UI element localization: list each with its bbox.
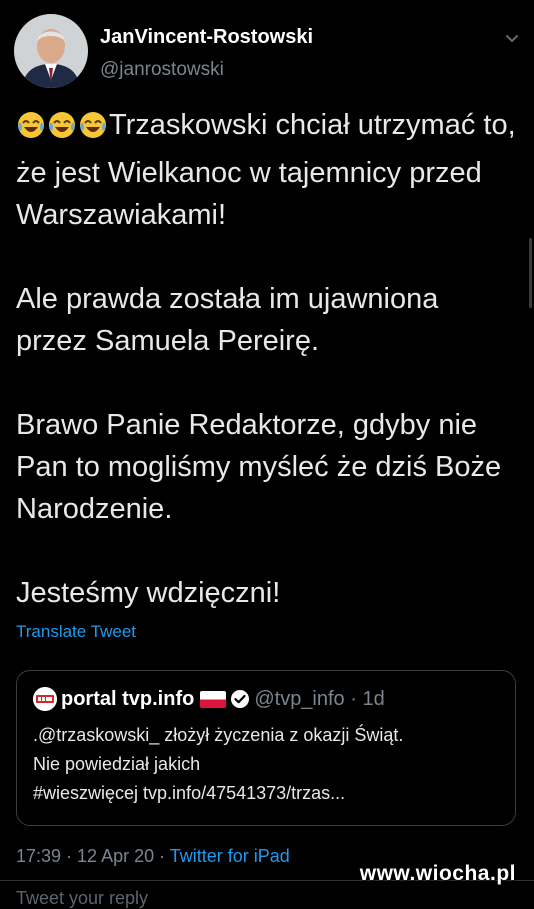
quoted-author-name[interactable]: portal tvp.info: [61, 688, 194, 710]
tweet-meta: 17:39 · 12 Apr 20 · Twitter for iPad: [16, 846, 290, 867]
quoted-text-line: Nie powiedział jakich: [33, 754, 201, 774]
translate-tweet-link[interactable]: Translate Tweet: [16, 622, 136, 642]
tweet-timestamp: 17:39 · 12 Apr 20 ·: [16, 846, 170, 866]
tweet-text: Trzaskowski chciał utrzymać to, że jest …: [16, 104, 516, 614]
quoted-text-line[interactable]: #wieszwięcej tvp.info/47541373/trzas...: [33, 779, 503, 808]
tweet-paragraph-3: Brawo Panie Redaktorze, gdyby nie Pan to…: [16, 409, 502, 525]
quoted-tweet-text: .@trzaskowski_ złożył życzenia z okazji …: [33, 721, 503, 808]
verified-badge-icon: [230, 689, 250, 709]
tweet-paragraph: Trzaskowski chciał utrzymać to, że jest …: [16, 104, 516, 236]
tweet-header: JanVincent-Rostowski @janrostowski: [14, 14, 520, 90]
quoted-tweet-header: portal tvp.info @tvp_info · 1d: [33, 687, 385, 711]
quoted-author-avatar[interactable]: [33, 687, 57, 711]
scrollbar[interactable]: [529, 238, 532, 308]
author-display-name[interactable]: JanVincent-Rostowski: [100, 26, 313, 49]
author-handle[interactable]: @janrostowski: [100, 59, 224, 81]
face-with-tears-of-joy-icon: [80, 112, 106, 138]
quoted-tweet-card[interactable]: portal tvp.info @tvp_info · 1d .@trzaskow…: [16, 670, 516, 826]
tweet-paragraph-4: Jesteśmy wdzięczni!: [16, 577, 281, 609]
poland-flag-icon: [200, 690, 227, 708]
quoted-author-handle[interactable]: @tvp_info · 1d: [254, 688, 384, 710]
tweet-paragraph-2: Ale prawda została im ujawniona przez Sa…: [16, 283, 439, 357]
quoted-text-line: .@trzaskowski_ złożył życzenia z okazji …: [33, 725, 404, 745]
chevron-down-icon[interactable]: [504, 30, 520, 46]
face-with-tears-of-joy-icon: [49, 112, 75, 138]
face-with-tears-of-joy-icon: [18, 112, 44, 138]
reply-input[interactable]: Tweet your reply: [16, 888, 148, 909]
author-avatar[interactable]: [14, 14, 88, 88]
site-watermark: www.wiocha.pl: [359, 862, 516, 885]
emoji-group: [16, 110, 109, 152]
tweet-source-link[interactable]: Twitter for iPad: [170, 846, 290, 866]
